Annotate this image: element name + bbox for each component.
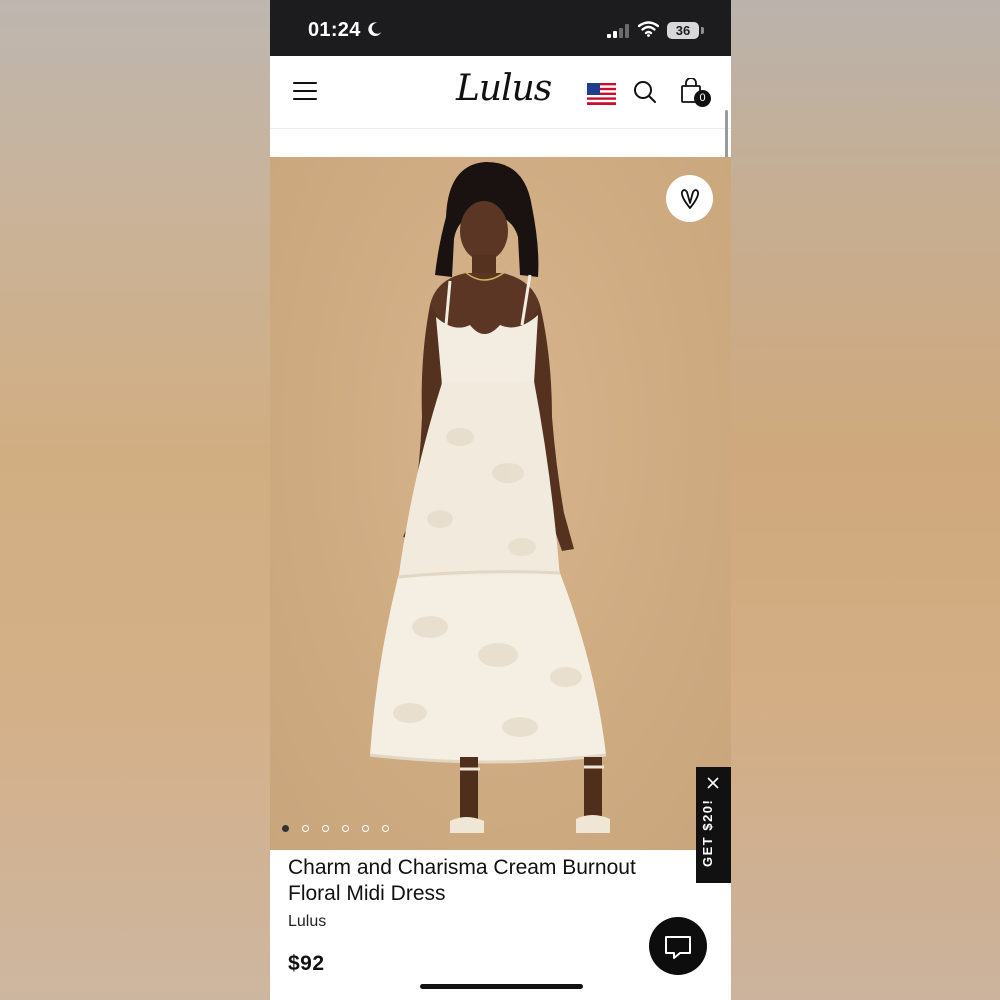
battery-tip <box>701 27 704 34</box>
battery-icon: 36 <box>667 22 699 39</box>
carousel-dot[interactable] <box>382 825 389 832</box>
product-image-carousel[interactable] <box>270 157 731 850</box>
carousel-dot[interactable] <box>322 825 329 832</box>
moon-icon <box>368 22 382 37</box>
promo-label[interactable]: GET $20! <box>700 799 715 867</box>
status-time: 01:24 <box>308 19 361 41</box>
promo-tab[interactable]: GET $20! <box>696 767 731 883</box>
search-icon[interactable] <box>633 80 657 104</box>
chat-button[interactable] <box>649 917 707 975</box>
home-indicator[interactable] <box>420 984 583 989</box>
menu-icon[interactable] <box>293 82 317 102</box>
carousel-dot[interactable] <box>302 825 309 832</box>
wishlist-button[interactable] <box>666 175 713 222</box>
chat-icon <box>665 936 691 959</box>
background-blur-right <box>731 0 1000 1000</box>
brand-name[interactable]: Lulus <box>288 913 326 931</box>
product-title: Charm and Charisma Cream Burnout Floral … <box>288 856 636 905</box>
signal-icon <box>607 24 629 38</box>
bag-count-badge: 0 <box>694 90 711 107</box>
carousel-dot[interactable] <box>362 825 369 832</box>
wifi-icon <box>638 21 659 37</box>
product-price: $92 <box>288 952 325 975</box>
carousel-dot[interactable] <box>342 825 349 832</box>
phone-screen: 01:24 36 Lulus 0 GET $20! Charm and Char… <box>270 0 731 1000</box>
lulus-logo[interactable]: Lulus <box>456 68 552 109</box>
background-blur-left <box>0 0 270 1000</box>
carousel-dots <box>282 825 389 832</box>
product-photo <box>369 161 610 833</box>
heart-icon <box>681 189 699 209</box>
us-flag-icon[interactable] <box>587 83 616 105</box>
carousel-dot[interactable] <box>282 825 289 832</box>
close-icon[interactable] <box>707 777 719 789</box>
site-header: Lulus 0 <box>270 56 731 129</box>
status-bar: 01:24 36 <box>270 0 731 56</box>
